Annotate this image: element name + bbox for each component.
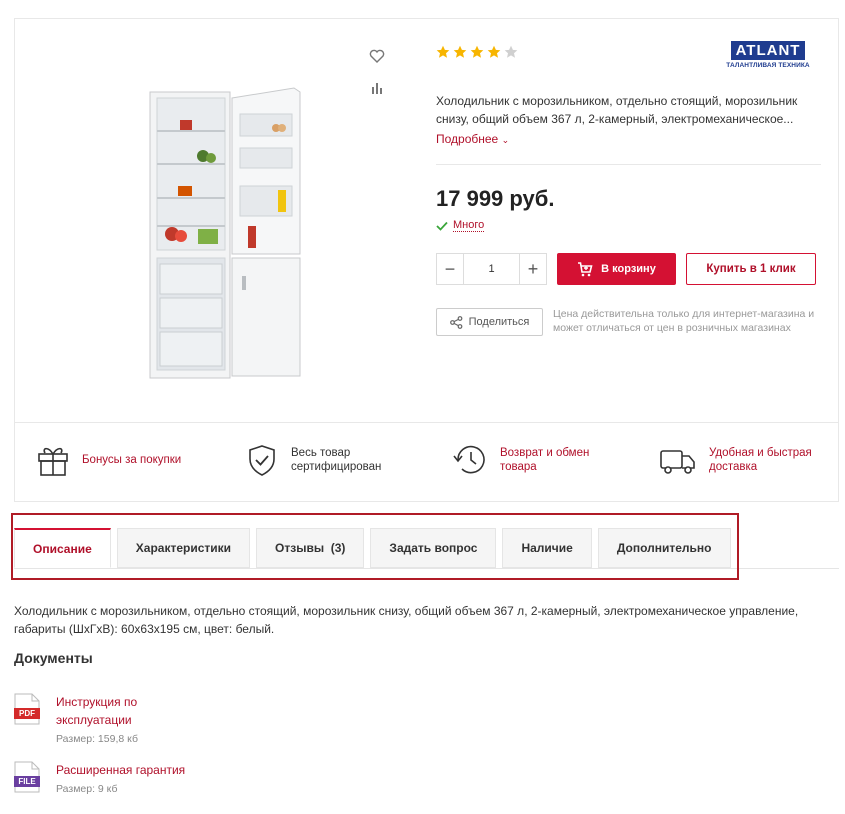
pdf-file-icon: PDF <box>14 693 40 725</box>
more-label: Подробнее <box>436 132 499 146</box>
benefit-return[interactable]: Возврат и обмен товара <box>452 443 600 477</box>
tab-ask-question[interactable]: Задать вопрос <box>370 528 497 568</box>
tabs-underline <box>14 568 839 569</box>
benefits-row: Бонусы за покупки Весь товар сертифициро… <box>15 422 838 502</box>
tab-reviews[interactable]: Отзывы (3) <box>256 528 365 568</box>
document-item: FILE Расширенная гарантия Размер: 9 кб <box>14 761 216 797</box>
add-to-cart-label: В корзину <box>601 263 656 275</box>
heart-icon[interactable] <box>368 47 386 65</box>
clock-return-icon <box>453 445 485 474</box>
product-image[interactable] <box>148 86 308 386</box>
share-label: Поделиться <box>468 316 530 328</box>
add-to-cart-button[interactable]: В корзину <box>557 253 676 285</box>
star-icon[interactable] <box>436 45 450 59</box>
short-description: Холодильник с морозильником, отдельно ст… <box>436 94 798 126</box>
star-icon[interactable] <box>470 45 484 59</box>
tab-additional[interactable]: Дополнительно <box>597 528 731 568</box>
shield-check-icon <box>249 445 275 476</box>
benefit-bonus-label: Бонусы за покупки <box>82 454 182 466</box>
star-icon[interactable] <box>504 45 518 59</box>
benefit-delivery[interactable]: Удобная и быстрая доставка <box>659 443 821 477</box>
product-tabs: Описание Характеристики Отзывы (3) Задат… <box>14 528 731 568</box>
tab-availability[interactable]: Наличие <box>502 528 592 568</box>
quantity-decrease-button[interactable]: − <box>437 254 463 284</box>
more-link[interactable]: Подробнее ⌄ <box>436 132 509 146</box>
price: 17 999 руб. <box>436 186 555 211</box>
product-card: ATLANT ТАЛАНТЛИВАЯ ТЕХНИКА Холодильник с… <box>14 18 839 502</box>
benefit-return-label: Возврат и обмен товара <box>500 447 590 473</box>
full-description: Холодильник с морозильником, отдельно ст… <box>14 604 799 636</box>
benefit-certified[interactable]: Весь товар сертифицирован <box>245 443 396 477</box>
benefit-bonus[interactable]: Бонусы за покупки <box>36 443 181 477</box>
cart-icon <box>578 261 593 276</box>
document-size: Размер: 9 кб <box>56 783 118 795</box>
truck-icon <box>660 450 695 474</box>
chevron-down-icon: ⌄ <box>501 135 510 145</box>
quantity-input[interactable] <box>463 254 520 284</box>
documents-title: Документы <box>14 650 93 666</box>
quantity-increase-button[interactable]: + <box>520 254 546 284</box>
benefit-delivery-label: Удобная и быстрая доставка <box>709 447 812 473</box>
stock-label[interactable]: Много <box>453 219 485 232</box>
star-icon[interactable] <box>487 45 501 59</box>
gift-icon <box>38 447 68 476</box>
stock-status: Много <box>436 219 485 232</box>
rating-stars[interactable] <box>436 45 518 59</box>
compare-icon[interactable] <box>368 79 386 97</box>
tab-description[interactable]: Описание <box>14 528 111 568</box>
document-item: PDF Инструкция по эксплуатации Размер: 1… <box>14 693 156 747</box>
tab-specifications[interactable]: Характеристики <box>116 528 251 568</box>
share-button[interactable]: Поделиться <box>436 308 543 336</box>
benefit-certified-label: Весь товар сертифицирован <box>291 447 382 473</box>
divider <box>436 164 821 165</box>
quantity-stepper: − + <box>436 253 547 285</box>
check-icon <box>436 221 448 231</box>
file-icon: FILE <box>14 761 40 793</box>
document-size: Размер: 159,8 кб <box>56 733 138 745</box>
product-main: ATLANT ТАЛАНТЛИВАЯ ТЕХНИКА Холодильник с… <box>15 19 838 422</box>
brand-logo[interactable]: ATLANT ТАЛАНТЛИВАЯ ТЕХНИКА <box>723 41 813 73</box>
price-note: Цена действительна только для интернет-м… <box>553 308 815 334</box>
share-icon <box>449 315 463 329</box>
document-link[interactable]: Инструкция по эксплуатации <box>56 693 156 729</box>
document-link[interactable]: Расширенная гарантия <box>56 761 216 779</box>
star-icon[interactable] <box>453 45 467 59</box>
buy-one-click-button[interactable]: Купить в 1 клик <box>686 253 816 285</box>
